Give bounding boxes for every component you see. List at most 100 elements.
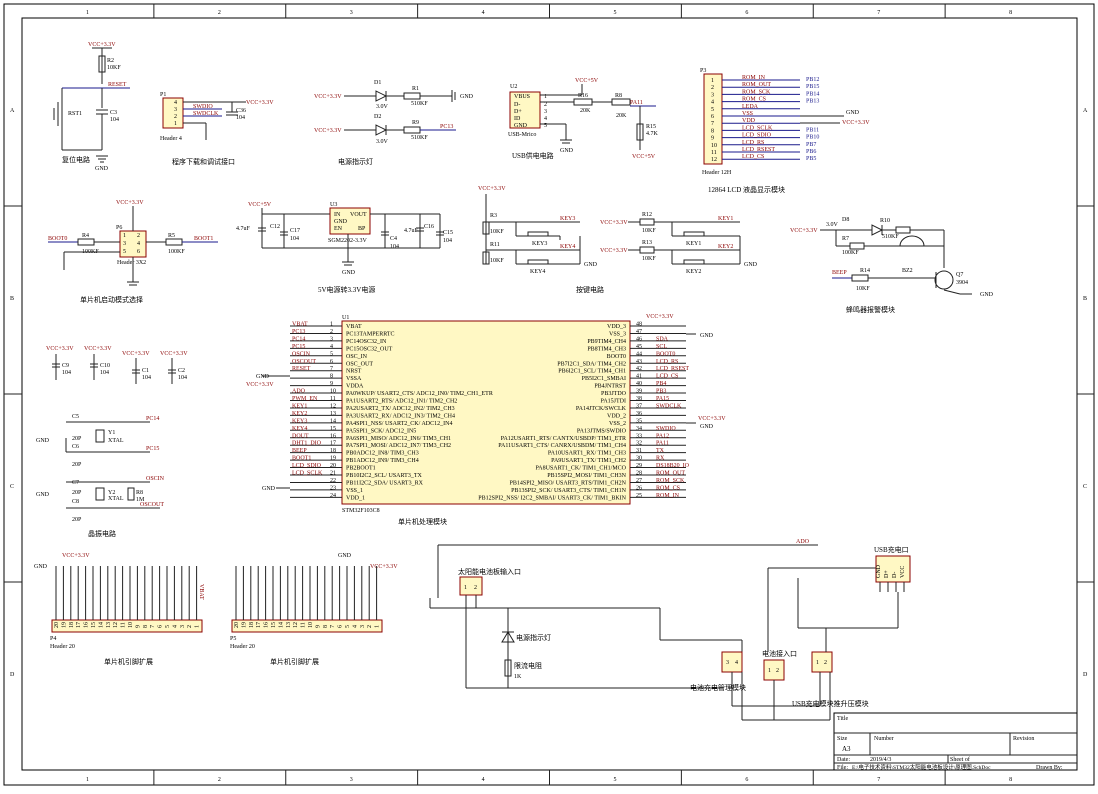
mcu-pin-number: 31: [636, 448, 642, 454]
svg-text:D+: D+: [884, 570, 890, 578]
key-circuit: VCC+3.3V R3 10KF KEY3 KEY3 R11 10KF KEY4…: [478, 186, 758, 294]
border-col-label: 7: [877, 10, 880, 16]
mcu-pin-function: PA3USART2_RX/ ADC12_IN3/ TIM2_CH4: [346, 413, 455, 419]
mcu-pin-function: PA13JTMS/SWDIO: [577, 428, 627, 434]
svg-text:EN: EN: [334, 226, 343, 232]
svg-text:R8: R8: [136, 490, 143, 496]
header-pin-number: 15: [91, 622, 97, 628]
lcd-pin-number: 5: [711, 107, 714, 113]
svg-text:C2: C2: [178, 368, 185, 374]
mcu-pin-function: PB9TIM4_CH4: [587, 339, 626, 345]
usb-caption: USB供电电路: [512, 151, 554, 160]
svg-text:20P: 20P: [72, 490, 82, 496]
mcu-pin-function: PB12SPI2_NSS/ I2C2_SMBAI/ USART3_CK/ TIM…: [478, 495, 626, 501]
crystal-circuit: C5 20P PC14 GND Y1 XTAL C6 20P PC15 C7 2…: [36, 414, 165, 538]
mcu-pin-number: 33: [636, 433, 642, 439]
svg-text:100KF: 100KF: [842, 250, 859, 256]
mcu-net-label: KEY1: [292, 403, 307, 409]
svg-text:104: 104: [178, 375, 187, 381]
svg-text:VCC+3.3V: VCC+3.3V: [646, 314, 674, 320]
svg-text:C10: C10: [100, 363, 110, 369]
boost-module-connector: [811, 651, 833, 673]
header-pin-number: 8: [323, 625, 329, 628]
svg-text:KEY1: KEY1: [686, 241, 701, 247]
border-col-label: 8: [1009, 10, 1012, 16]
mcu-net-label: KEY2: [292, 411, 307, 417]
mcu-net-label: PC15: [292, 344, 305, 350]
border-col-label: 6: [745, 10, 748, 16]
mcu-pin-function: VDD_3: [607, 324, 626, 330]
svg-text:KEY3: KEY3: [532, 241, 547, 247]
mcu-net-label: ROM_OUT: [656, 471, 685, 477]
header-pin-number: 8: [143, 625, 149, 628]
mcu-pin-number: 43: [636, 359, 642, 365]
svg-text:XTAL: XTAL: [108, 496, 124, 502]
header-pin-number: 1: [375, 625, 381, 628]
svg-text:R14: R14: [860, 268, 870, 274]
reset-net-label: RESET: [108, 82, 127, 88]
mcu-pin-number: 48: [636, 322, 642, 328]
header-pin-number: 5: [345, 625, 351, 628]
header-pin-number: 11: [301, 622, 307, 628]
svg-text:510KF: 510KF: [882, 234, 899, 240]
mcu-pin-function: VDDA: [346, 384, 364, 390]
mcu-caption: 单片机处理模块: [398, 517, 447, 526]
svg-text:R7: R7: [842, 236, 849, 242]
mcu-pin-function: PB2BOOT1: [346, 466, 376, 472]
mcu-pin-number: 23: [330, 485, 336, 491]
mcu-pin-function: NRST: [346, 369, 362, 375]
mcu-net-label: PB3: [656, 389, 666, 395]
header-pin-number: 2: [187, 625, 193, 628]
svg-text:GND: GND: [34, 564, 48, 570]
mcu-pin-function: OSC_IN: [346, 354, 368, 360]
svg-text:4: 4: [735, 660, 738, 666]
header-pin-number: 16: [264, 622, 270, 628]
svg-text:VCC+3.3V: VCC+3.3V: [600, 220, 628, 226]
mcu-pin-function: PA12USART1_RTS/ CANTX/USBDP/ TIM1_ETR: [501, 436, 626, 442]
mcu-pin-number: 30: [636, 456, 642, 462]
border-col-label: 3: [350, 10, 353, 16]
header-p5: P5 Header 20 GND VCC+3.3V 单片机引脚扩展 20 19 18…: [230, 553, 398, 666]
border-row-label: D: [10, 672, 15, 678]
svg-text:C1: C1: [142, 368, 149, 374]
mcu-pin-function: PA10USART1_RX/ TIM1_CH3: [548, 451, 626, 457]
svg-text:D-: D-: [892, 572, 898, 578]
svg-text:BP: BP: [358, 226, 366, 232]
prog-swdclk-net: SWDCLK: [193, 111, 219, 117]
svg-text:R9: R9: [412, 120, 419, 126]
mcu-pin-number: 7: [330, 366, 333, 372]
header-pin-number: 17: [76, 622, 82, 628]
header-pin-number: 16: [84, 622, 90, 628]
mcu-pin-function: PA11USART1_CTS/ CANRX/USBDM/ TIM1_CH4: [498, 443, 626, 449]
header-pin-number: 19: [241, 622, 247, 628]
border-col-label: 4: [482, 777, 485, 783]
border-row-label: C: [10, 484, 14, 490]
svg-text:VCC+5V: VCC+5V: [632, 154, 656, 160]
reset-switch-ref: RST1: [68, 111, 82, 117]
mcu-pin-number: 35: [636, 418, 642, 424]
buzzer-alarm-module: VCC+3.3V D8 3.0V R10 510KF R7 100KF BZ2 …: [790, 217, 994, 314]
svg-text:R10: R10: [880, 218, 890, 224]
lcd-pin-number: 3: [711, 92, 714, 98]
svg-text:C12: C12: [270, 224, 280, 230]
border-row-label: A: [1083, 108, 1088, 114]
svg-text:VCC+3.3V: VCC+3.3V: [122, 351, 150, 357]
svg-text:3: 3: [123, 241, 126, 247]
svg-text:104: 104: [100, 370, 109, 376]
svg-text:1: 1: [174, 121, 177, 127]
svg-text:STM32F103C8: STM32F103C8: [342, 508, 380, 514]
header-pin-number: 6: [338, 625, 344, 628]
svg-text:2019/4/3: 2019/4/3: [870, 757, 891, 763]
mcu-pin-function: VSS_1: [346, 488, 363, 494]
svg-text:电源指示灯: 电源指示灯: [516, 633, 551, 642]
lcd-pin-number: 4: [711, 100, 714, 106]
header-pin-number: 11: [121, 622, 127, 628]
lcd-pin-number: 8: [711, 128, 714, 134]
header-pin-number: 7: [150, 625, 156, 628]
mcu-pin-number: 2: [330, 329, 333, 335]
svg-text:ADO: ADO: [796, 539, 810, 545]
svg-text:10KF: 10KF: [856, 286, 870, 292]
svg-text:Header 3X2: Header 3X2: [117, 260, 146, 266]
key4-switch: [527, 259, 549, 265]
p5-caption: 单片机引脚扩展: [270, 657, 319, 666]
